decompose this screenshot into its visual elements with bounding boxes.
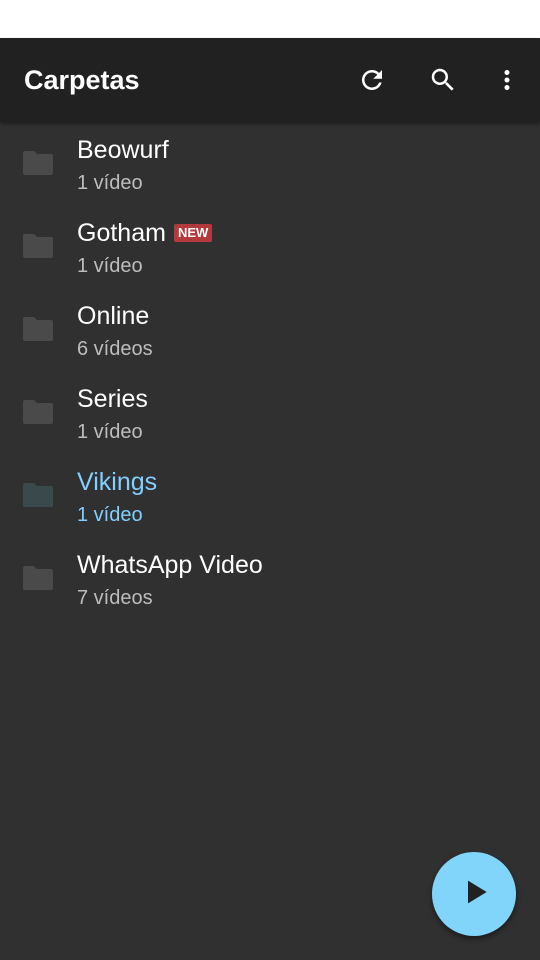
folder-icon: [23, 317, 53, 341]
search-button[interactable]: [421, 58, 465, 102]
folder-item-whatsapp-video[interactable]: WhatsApp Video 7 vídeos: [0, 537, 540, 620]
more-vert-icon: [492, 65, 522, 95]
more-options-button[interactable]: [485, 58, 529, 102]
folder-name: Series: [77, 385, 148, 413]
folder-item-online[interactable]: Online 6 vídeos: [0, 288, 540, 371]
folder-video-count: 1 vídeo: [77, 255, 143, 277]
folder-icon: [23, 234, 53, 258]
folder-item-beowurf[interactable]: Beowurf 1 vídeo: [0, 122, 540, 205]
folder-item-gotham[interactable]: Gotham NEW 1 vídeo: [0, 205, 540, 288]
folder-item-vikings[interactable]: Vikings 1 vídeo: [0, 454, 540, 537]
folder-name: Vikings: [77, 468, 158, 496]
folder-video-count: 1 vídeo: [77, 421, 143, 443]
folder-video-count: 1 vídeo: [77, 172, 143, 194]
folder-name: WhatsApp Video: [77, 551, 263, 579]
new-badge: NEW: [173, 224, 213, 242]
search-icon: [428, 65, 458, 95]
folder-video-count: 1 vídeo: [77, 504, 143, 526]
status-bar: [0, 0, 540, 38]
folder-item-series[interactable]: Series 1 vídeo: [0, 371, 540, 454]
folder-list: Beowurf 1 vídeo Gotham NEW 1 vídeo Online…: [0, 122, 540, 960]
play-fab-button[interactable]: [432, 852, 516, 936]
folder-video-count: 7 vídeos: [77, 587, 153, 609]
folder-name: Beowurf: [77, 136, 169, 164]
refresh-button[interactable]: [350, 58, 394, 102]
folder-icon: [23, 566, 53, 590]
folder-icon: [23, 151, 53, 175]
folder-name: Online: [77, 302, 150, 330]
folder-name: Gotham NEW: [77, 218, 213, 248]
play-icon: [456, 876, 492, 913]
page-title: Carpetas: [24, 65, 140, 95]
folder-icon: [23, 400, 53, 424]
app-bar: Carpetas: [0, 38, 540, 122]
folder-video-count: 6 vídeos: [77, 338, 153, 360]
folder-icon: [23, 483, 53, 507]
refresh-icon: [357, 65, 387, 95]
